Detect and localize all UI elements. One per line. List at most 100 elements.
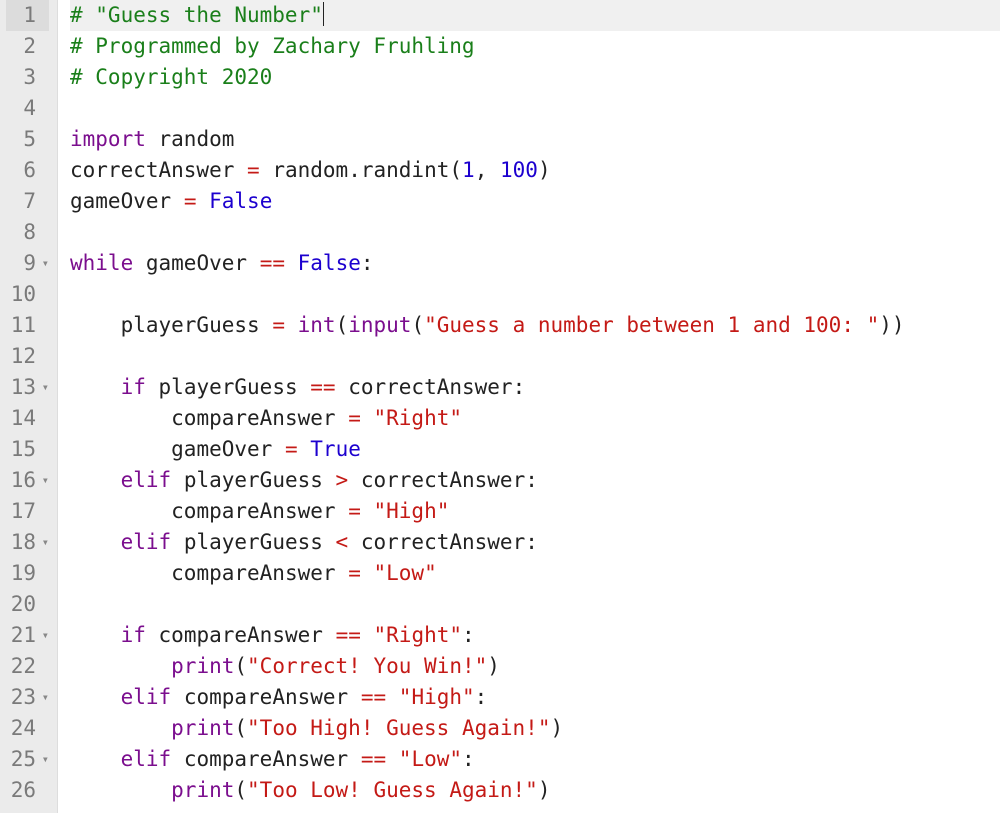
code-line[interactable]: playerGuess = int(input("Guess a number … [70,310,1000,341]
code-line[interactable]: print("Too Low! Guess Again!") [70,775,1000,806]
token-builtin: print [171,716,234,740]
code-line[interactable]: elif playerGuess < correctAnswer: [70,527,1000,558]
line-number[interactable]: 13▾ [6,372,49,403]
line-number[interactable]: 3 [6,62,49,93]
fold-toggle-icon[interactable]: ▾ [39,372,49,403]
line-number[interactable]: 11 [6,310,49,341]
token-sp [323,468,336,492]
line-number[interactable]: 23▾ [6,682,49,713]
code-line[interactable] [70,341,1000,372]
token-keyword: elif [121,530,172,554]
token-sp [70,685,121,709]
code-line[interactable]: # Copyright 2020 [70,62,1000,93]
code-line[interactable]: elif compareAnswer == "Low": [70,744,1000,775]
code-line[interactable]: print("Too High! Guess Again!") [70,713,1000,744]
token-const: False [298,251,361,275]
token-sp [171,530,184,554]
token-op: = [348,499,361,523]
code-line[interactable]: print("Correct! You Win!") [70,651,1000,682]
line-number[interactable]: 7 [6,186,49,217]
token-keyword: if [121,375,146,399]
code-line[interactable]: import random [70,124,1000,155]
code-line[interactable]: gameOver = True [70,434,1000,465]
code-line[interactable]: elif playerGuess > correctAnswer: [70,465,1000,496]
fold-toggle-icon[interactable]: ▾ [39,527,49,558]
token-sp [348,685,361,709]
line-number[interactable]: 20 [6,589,49,620]
token-comment: # Programmed by Zachary Fruhling [70,34,475,58]
token-sp [285,313,298,337]
code-line[interactable]: if compareAnswer == "Right": [70,620,1000,651]
token-sp [70,499,171,523]
token-builtin: input [348,313,411,337]
fold-toggle-icon[interactable]: ▾ [39,682,49,713]
code-line[interactable]: if playerGuess == correctAnswer: [70,372,1000,403]
line-number[interactable]: 22 [6,651,49,682]
line-number[interactable]: 19 [6,558,49,589]
token-sp [348,530,361,554]
line-number[interactable]: 2 [6,31,49,62]
line-number[interactable]: 15 [6,434,49,465]
token-sp [70,530,121,554]
line-number[interactable]: 17 [6,496,49,527]
fold-toggle-icon[interactable]: ▾ [39,248,49,279]
token-punc: ( [411,313,424,337]
code-line[interactable]: # Programmed by Zachary Fruhling [70,31,1000,62]
code-line[interactable] [70,589,1000,620]
line-number[interactable]: 9▾ [6,248,49,279]
token-builtin: print [171,654,234,678]
code-line[interactable]: # "Guess the Number" [70,0,1000,31]
token-sp [234,158,247,182]
code-line[interactable]: compareAnswer = "High" [70,496,1000,527]
line-number[interactable]: 5 [6,124,49,155]
line-number[interactable]: 1 [6,0,49,31]
token-name: playerGuess [184,530,323,554]
line-number[interactable]: 18▾ [6,527,49,558]
token-sp [260,313,273,337]
token-sp [348,468,361,492]
code-line[interactable] [70,93,1000,124]
line-number[interactable]: 25▾ [6,744,49,775]
code-line[interactable]: gameOver = False [70,186,1000,217]
token-punc: : [475,685,488,709]
fold-toggle-icon[interactable]: ▾ [39,744,49,775]
line-number[interactable]: 6 [6,155,49,186]
token-sp [323,530,336,554]
line-number[interactable]: 12 [6,341,49,372]
code-line[interactable]: compareAnswer = "Low" [70,558,1000,589]
token-punc: : [462,623,475,647]
line-number[interactable]: 26 [6,775,49,806]
token-keyword: while [70,251,133,275]
fold-toggle-icon[interactable]: ▾ [39,620,49,651]
token-str: "Too High! Guess Again!" [247,716,550,740]
token-sp [196,189,209,213]
line-number[interactable]: 24 [6,713,49,744]
code-line[interactable] [70,217,1000,248]
code-line[interactable] [70,279,1000,310]
token-op: < [336,530,349,554]
line-number[interactable]: 8 [6,217,49,248]
code-line[interactable]: correctAnswer = random.randint(1, 100) [70,155,1000,186]
token-name: correctAnswer [361,530,525,554]
token-punc: ( [336,313,349,337]
token-sp [298,437,311,461]
line-number[interactable]: 10 [6,279,49,310]
line-number[interactable]: 16▾ [6,465,49,496]
token-sp [361,623,374,647]
code-line[interactable]: compareAnswer = "Right" [70,403,1000,434]
code-editor[interactable]: # "Guess the Number" # Programmed by Zach… [58,0,1000,813]
line-number[interactable]: 14 [6,403,49,434]
token-name: playerGuess [184,468,323,492]
token-sp [171,747,184,771]
token-punc: : [525,530,538,554]
code-line[interactable]: while gameOver == False: [70,248,1000,279]
token-name: gameOver [146,251,247,275]
line-number-gutter[interactable]: 123456789▾10111213▾141516▾1718▾192021▾22… [0,0,58,813]
token-punc: : [513,375,526,399]
fold-toggle-icon[interactable]: ▾ [39,465,49,496]
line-number[interactable]: 21▾ [6,620,49,651]
code-line[interactable]: elif compareAnswer == "High": [70,682,1000,713]
line-number[interactable]: 4 [6,93,49,124]
token-sp [70,468,121,492]
token-punc: ) [538,778,551,802]
